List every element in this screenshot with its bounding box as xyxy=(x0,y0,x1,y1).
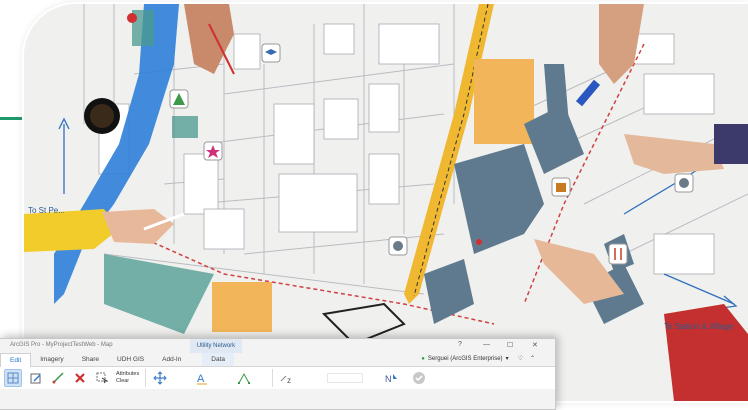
apply-button[interactable] xyxy=(411,370,427,386)
ribbon-tabs: Edit Imagery Share UDH GIS Add-In Data ●… xyxy=(0,352,555,367)
tab-edit[interactable]: Edit xyxy=(0,352,32,367)
toolbar-separator xyxy=(145,369,147,387)
north-arrow-icon: N xyxy=(385,374,398,384)
ribbon-toolbar: Attributes Clear A z N xyxy=(0,367,555,389)
map-caption-left: To St Pe... xyxy=(28,206,65,215)
attributes-clear-group: Attributes Clear xyxy=(116,371,139,385)
select-grid-button[interactable] xyxy=(4,369,22,387)
tab-share[interactable]: Share xyxy=(73,353,108,366)
checkmark-circle-icon xyxy=(413,372,426,384)
tab-imagery[interactable]: Imagery xyxy=(31,353,72,366)
title-bar: ArcGIS Pro - MyProjectTestWeb - Map Util… xyxy=(0,339,555,353)
delete-button[interactable] xyxy=(72,370,88,386)
user-account[interactable]: ● Serguei (ArcGIS Enterprise) ▾ ♡ ⌃ xyxy=(421,355,535,363)
modify-button[interactable] xyxy=(28,370,44,386)
grid-select-icon xyxy=(7,372,19,384)
pencil-line-icon xyxy=(52,372,64,384)
delete-x-icon xyxy=(75,373,85,383)
minimize-button[interactable]: — xyxy=(483,341,490,348)
vertices-icon xyxy=(238,372,251,384)
close-button[interactable]: ✕ xyxy=(532,341,538,349)
annotation-button[interactable]: A xyxy=(194,370,210,386)
north-arrow-button[interactable]: N xyxy=(383,370,399,386)
text-a-icon: A xyxy=(197,373,208,385)
svg-text:z: z xyxy=(287,376,291,385)
tab-udh-gis[interactable]: UDH GIS xyxy=(108,353,153,366)
toolbar-separator xyxy=(272,369,274,387)
user-name: Serguei (ArcGIS Enterprise) xyxy=(427,355,503,362)
dropdown-box-icon xyxy=(327,373,364,383)
tab-data[interactable]: Data xyxy=(202,353,235,366)
user-icon: ● xyxy=(421,355,425,362)
move-button[interactable] xyxy=(152,370,168,386)
tab-add-in[interactable]: Add-In xyxy=(153,353,190,366)
edit-icon xyxy=(30,373,41,384)
cursor-select-icon xyxy=(96,372,108,384)
select-features-button[interactable] xyxy=(94,370,110,386)
attributes-button[interactable]: Attributes xyxy=(116,371,139,378)
chevron-down-icon: ▾ xyxy=(505,356,509,362)
help-button[interactable]: ? xyxy=(458,341,462,348)
window-title: ArcGIS Pro - MyProjectTestWeb - Map xyxy=(10,342,113,348)
arcgis-pro-window: ArcGIS Pro - MyProjectTestWeb - Map Util… xyxy=(0,338,556,410)
vertices-button[interactable] xyxy=(236,370,252,386)
maximize-button[interactable]: ☐ xyxy=(507,341,513,349)
map-caption-right: To Station & Village xyxy=(664,322,734,331)
bell-icon[interactable]: ♡ xyxy=(518,355,523,362)
reshape-button[interactable] xyxy=(50,370,66,386)
z-axis-icon: z xyxy=(280,375,291,385)
dropdown-field[interactable] xyxy=(325,370,365,386)
z-value-button[interactable]: z xyxy=(279,370,295,386)
context-tab-group-label: Utility Network xyxy=(190,339,242,353)
svg-text:N: N xyxy=(385,374,392,384)
collapse-ribbon-icon[interactable]: ⌃ xyxy=(530,355,535,362)
svg-text:A: A xyxy=(197,373,205,385)
move-arrows-icon xyxy=(153,371,167,385)
clear-button[interactable]: Clear xyxy=(116,378,139,385)
